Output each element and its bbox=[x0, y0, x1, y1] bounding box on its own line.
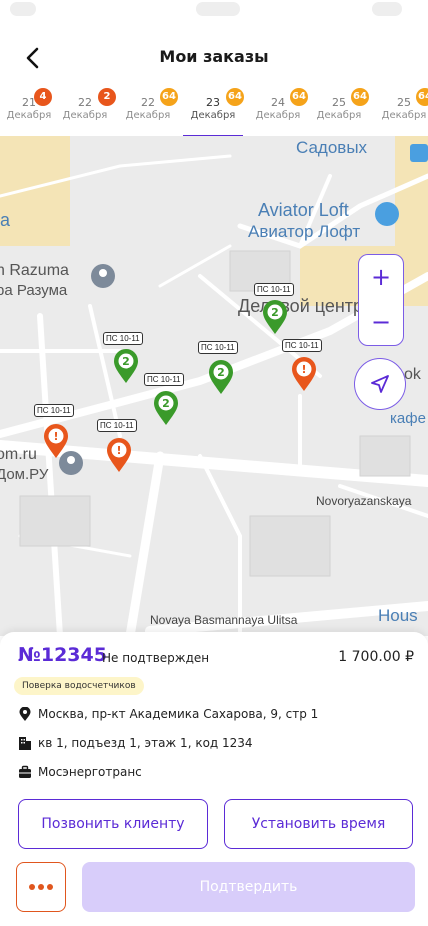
transit-icon bbox=[410, 144, 428, 162]
more-options-button[interactable] bbox=[16, 862, 66, 912]
tab-month: Декабря bbox=[190, 110, 236, 121]
tab-date-22-b[interactable]: 22 Декабря 64 bbox=[116, 84, 180, 136]
order-pin-green[interactable]: 2 bbox=[261, 299, 289, 341]
map-label: Садовых bbox=[296, 138, 368, 157]
tab-month: Декабря bbox=[125, 110, 171, 121]
navigation-arrow-icon bbox=[371, 375, 389, 393]
map-pin-icon: 2 bbox=[114, 349, 138, 383]
map-label: Авиатор Лофт bbox=[248, 222, 361, 241]
tab-date-25[interactable]: 25 Декабря 64 bbox=[307, 84, 371, 136]
map-label: ok bbox=[404, 366, 421, 383]
my-location-button[interactable] bbox=[354, 358, 406, 410]
pin-count: 2 bbox=[217, 366, 225, 379]
order-pin-warning[interactable]: ! bbox=[42, 423, 70, 465]
zoom-controls: + − bbox=[358, 254, 404, 346]
date-tabs: 21 Декабря 4 22 Декабря 2 22 Декабря 64 … bbox=[0, 84, 428, 137]
address-text: Москва, пр-кт Академика Сахарова, 9, стр… bbox=[38, 707, 319, 721]
map-label: кафе bbox=[390, 410, 426, 427]
pin-tag: ПС 10-11 bbox=[254, 283, 294, 296]
tab-count-badge: 64 bbox=[160, 88, 178, 106]
map-label: Novoryazanskaya bbox=[316, 494, 412, 508]
pin-tag: ПС 10-11 bbox=[34, 404, 74, 417]
tab-month: Декабря bbox=[62, 110, 108, 121]
map-pin-icon: ! bbox=[107, 438, 131, 472]
briefcase-icon bbox=[19, 765, 31, 778]
order-pin-warning[interactable]: ! bbox=[105, 437, 133, 479]
page-title: Мои заказы bbox=[159, 47, 269, 66]
tab-date-23[interactable]: 23 Декабря 64 bbox=[181, 84, 245, 136]
tab-date-25-b[interactable]: 25 Декабря 64 bbox=[372, 84, 428, 136]
tab-count-badge: 64 bbox=[290, 88, 308, 106]
map-label: Дом.РУ bbox=[0, 466, 49, 483]
status-bar-icons bbox=[10, 2, 402, 16]
pin-count: ! bbox=[53, 430, 58, 443]
map-label: Novaya Basmannaya Ulitsa bbox=[150, 613, 298, 627]
pin-tag: ПС 10-11 bbox=[97, 419, 137, 432]
map-pin-icon: ! bbox=[44, 424, 68, 458]
company-text: Мосэнерготранс bbox=[38, 765, 142, 779]
map-pin-icon: 2 bbox=[263, 300, 287, 334]
order-pin-green[interactable]: 2 bbox=[112, 348, 140, 390]
place-marker-icon bbox=[375, 202, 399, 226]
order-pin-warning[interactable]: ! bbox=[290, 356, 318, 398]
tab-month: Декабря bbox=[255, 110, 301, 121]
order-card: №12345 Не подтвержден 1 700.00 ₽ Поверка… bbox=[0, 632, 428, 926]
app-header: Мои заказы bbox=[0, 36, 428, 80]
pin-tag: ПС 10-11 bbox=[198, 341, 238, 354]
tab-count-badge: 64 bbox=[416, 88, 428, 106]
map-label: a bbox=[0, 210, 11, 230]
pin-tag: ПС 10-11 bbox=[144, 373, 184, 386]
apartment-text: кв 1, подъезд 1, этаж 1, код 1234 bbox=[38, 736, 253, 750]
tab-date-22[interactable]: 22 Декабря 2 bbox=[53, 84, 117, 136]
pin-count: 2 bbox=[162, 397, 170, 410]
zoom-in-button[interactable]: + bbox=[359, 255, 403, 300]
service-badge: Поверка водосчетчиков bbox=[14, 677, 144, 695]
tab-count-badge: 4 bbox=[34, 88, 52, 106]
tab-count-badge: 2 bbox=[98, 88, 116, 106]
tab-date-24[interactable]: 24 Декабря 64 bbox=[246, 84, 310, 136]
map-label: Hous bbox=[378, 606, 418, 625]
tab-count-badge: 64 bbox=[226, 88, 244, 106]
set-time-button[interactable]: Установить время bbox=[224, 799, 413, 849]
pin-tag: ПС 10-11 bbox=[103, 332, 143, 345]
pin-count: ! bbox=[301, 363, 306, 376]
pin-count: 2 bbox=[122, 355, 130, 368]
orders-map[interactable]: Садовых Aviator Loft Авиатор Лофт a n Ra… bbox=[0, 136, 428, 636]
building-icon bbox=[19, 737, 31, 750]
map-pin-icon: 2 bbox=[209, 360, 233, 394]
map-label: n Razuma bbox=[0, 262, 69, 279]
location-pin-icon bbox=[19, 707, 31, 721]
order-pin-green[interactable]: 2 bbox=[152, 390, 180, 432]
order-pin-green[interactable]: 2 bbox=[207, 359, 235, 401]
call-client-button[interactable]: Позвонить клиенту bbox=[18, 799, 208, 849]
tab-month: Декабря bbox=[316, 110, 362, 121]
confirm-button[interactable]: Подтвердить bbox=[82, 862, 415, 912]
order-price: 1 700.00 ₽ bbox=[338, 649, 414, 665]
status-bar bbox=[0, 0, 428, 36]
pin-count: ! bbox=[116, 444, 121, 457]
tab-count-badge: 64 bbox=[351, 88, 369, 106]
map-label: Aviator Loft bbox=[258, 200, 349, 220]
map-pin-icon: ! bbox=[292, 357, 316, 391]
pin-tag: ПС 10-11 bbox=[282, 339, 322, 352]
map-pin-icon: 2 bbox=[154, 391, 178, 425]
map-label: om.ru bbox=[0, 446, 37, 463]
order-status: Не подтвержден bbox=[102, 651, 210, 665]
more-dots-icon bbox=[29, 884, 53, 890]
tab-month: Декабря bbox=[6, 110, 52, 121]
zoom-out-button[interactable]: − bbox=[359, 300, 403, 345]
order-number[interactable]: №12345 bbox=[18, 644, 107, 666]
tab-month: Декабря bbox=[381, 110, 427, 121]
pin-count: 2 bbox=[271, 306, 279, 319]
tab-date-21[interactable]: 21 Декабря 4 bbox=[0, 84, 61, 136]
map-label: ра Разума bbox=[0, 282, 68, 299]
